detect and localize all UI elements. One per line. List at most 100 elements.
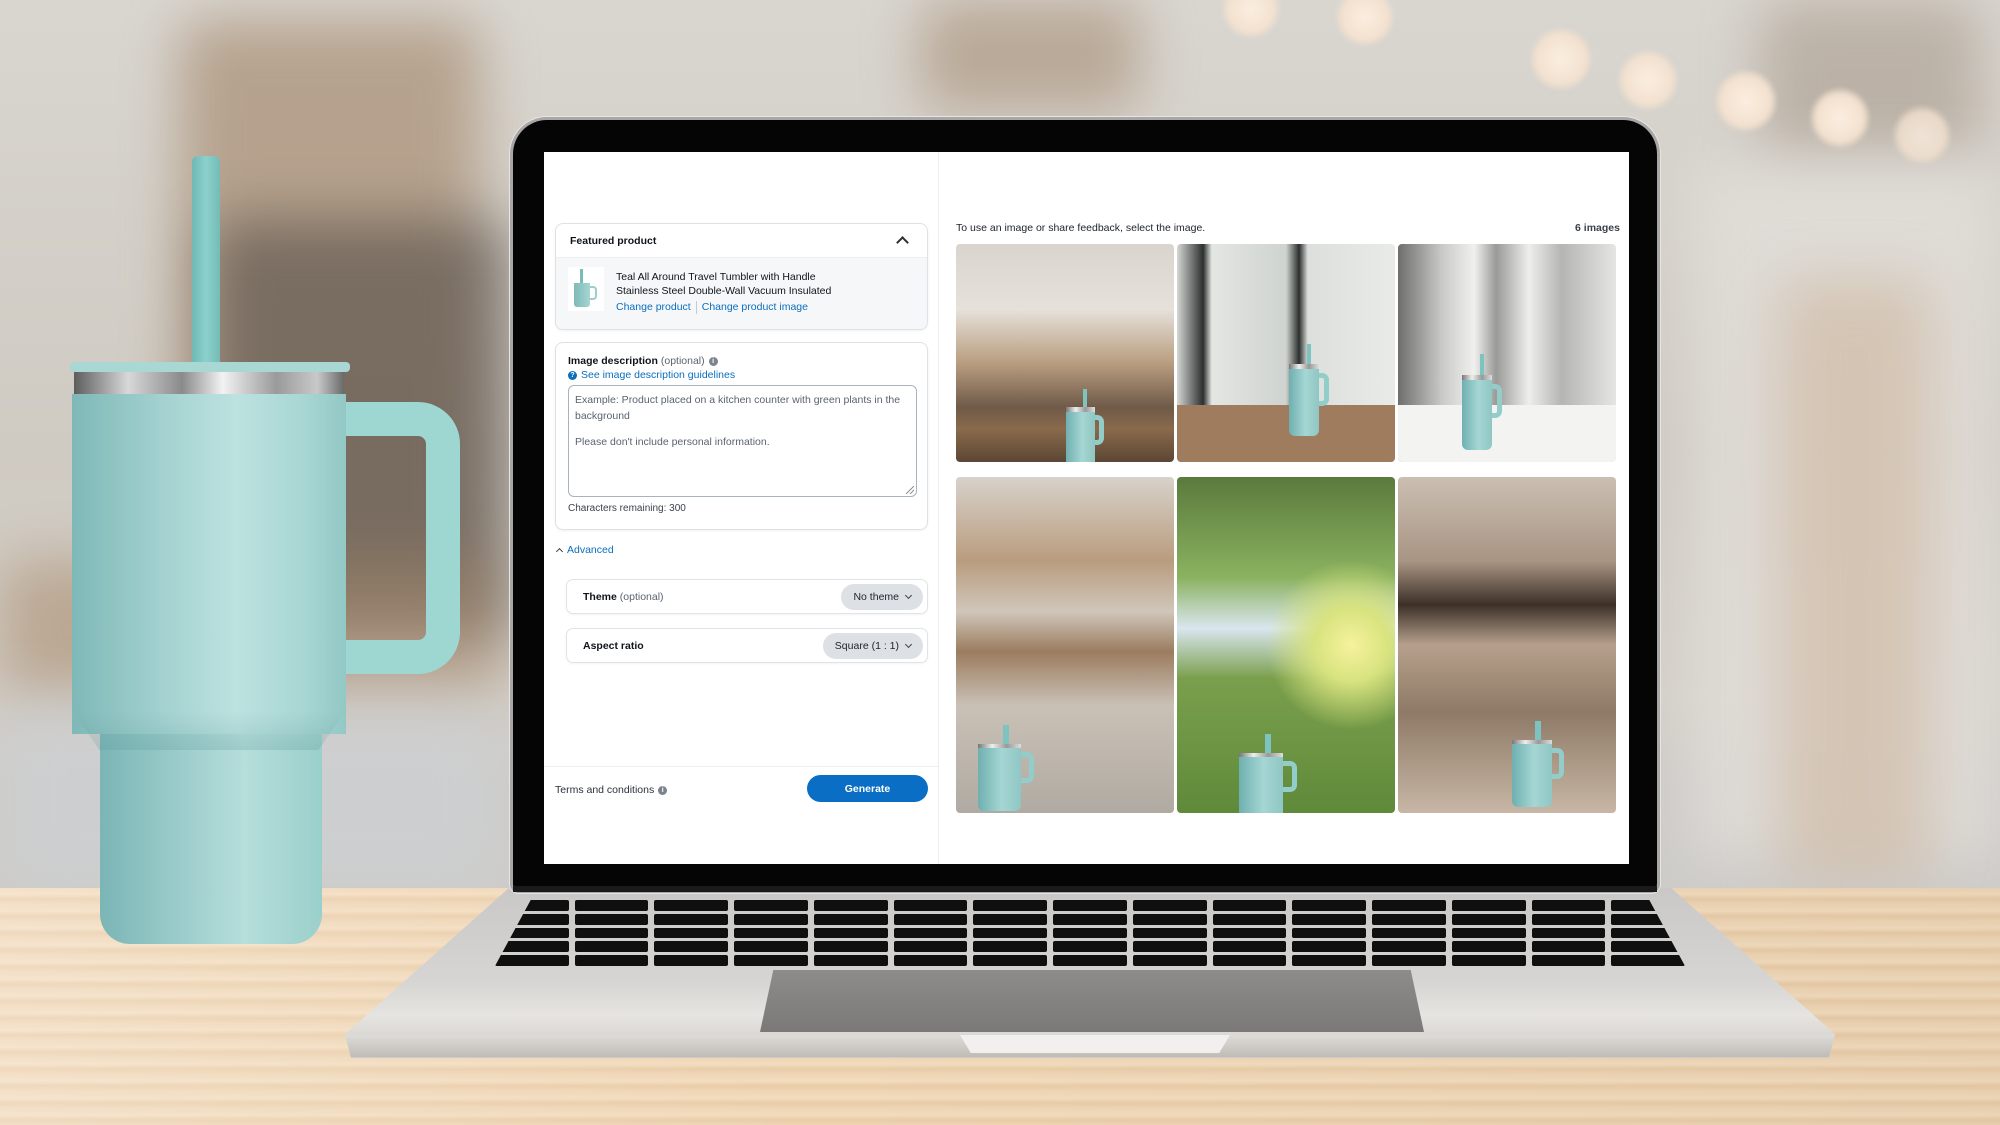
generated-image-2[interactable] [1177,244,1395,462]
optional-tag: (optional) [660,355,705,367]
aspect-ratio-dropdown[interactable]: Square (1 : 1) [822,632,923,659]
tumbler-steel-ring [74,372,344,394]
tumbler-in-image [1289,344,1329,436]
keyboard-key [654,927,729,939]
background-scene: Featured product Teal All Around Travel … [0,0,2000,1125]
keyboard-key [1372,900,1446,911]
keyboard-key [1372,913,1446,925]
keyboard-key [893,941,968,953]
keyboard-key [1372,927,1446,939]
featured-product-title: Featured product [570,234,657,247]
tumbler-handle [342,402,460,674]
bokeh-light [1222,0,1280,38]
keyboard-key [1451,955,1526,966]
keyboard-key [1053,927,1127,939]
keyboard-key [654,913,729,925]
resize-handle-icon[interactable] [906,486,914,494]
chevron-up-icon [555,547,564,556]
keyboard-key [1212,941,1287,953]
tumbler-step [72,710,346,750]
tumbler-in-image [978,725,1034,811]
generated-image-3[interactable] [1398,244,1616,462]
featured-product-card: Featured product Teal All Around Travel … [555,223,928,330]
tumbler-in-image [1066,389,1104,462]
aspect-ratio-label: Aspect ratio [583,639,644,652]
link-divider [695,300,697,314]
tumbler-in-image [1512,721,1564,807]
theme-label: Theme [583,590,617,603]
theme-option-row: Theme (optional) No theme [566,579,928,614]
keyboard-key [1531,913,1606,925]
image-description-card: Image description (optional) i ? See ima… [555,342,928,530]
info-icon[interactable]: i [658,785,668,795]
tumbler-in-image [1462,354,1502,450]
keyboard-key [813,900,888,911]
image-count: 6 images [1575,222,1620,234]
terms-and-conditions[interactable]: Terms and conditions i [555,784,668,796]
keyboard-key [734,927,808,939]
advanced-toggle[interactable]: Advanced [555,544,614,556]
bokeh-light [1893,106,1951,164]
keyboard-key [734,913,808,925]
keyboard-key [1611,955,1685,966]
advanced-label: Advanced [567,544,614,556]
keyboard-key [654,955,729,966]
info-icon[interactable]: i [708,356,718,366]
bokeh-light [1810,88,1870,148]
terms-label: Terms and conditions [555,784,655,796]
keyboard-key [1451,927,1526,939]
laptop-screen: Featured product Teal All Around Travel … [544,152,1629,864]
change-product-image-link[interactable]: Change product image [702,300,808,314]
generated-image-6[interactable] [1398,477,1616,813]
product-thumbnail [568,267,604,311]
keyboard-key [1132,927,1207,939]
laptop-keyboard [495,900,1685,966]
keyboard-key [1451,913,1526,925]
laptop-hinge [513,886,1657,892]
keyboard-key [893,900,968,911]
keyboard-key [734,955,808,966]
settings-panel: Featured product Teal All Around Travel … [544,152,939,864]
generate-button[interactable]: Generate [807,775,928,802]
chevron-up-icon[interactable] [896,236,909,249]
keyboard-key [1212,927,1287,939]
tumbler-in-image [1239,734,1297,813]
keyboard-key [973,927,1048,939]
keyboard-key [813,941,888,953]
table-surface [1398,405,1616,462]
selection-hint: To use an image or share feedback, selec… [956,222,1206,234]
generated-image-5[interactable] [1177,477,1395,813]
keyboard-key [1053,900,1127,911]
keyboard-key [1531,955,1606,966]
keyboard-key [973,955,1048,966]
bokeh-light [1530,28,1592,90]
laptop-opening-notch [960,1035,1230,1053]
image-description-input[interactable]: Example: Product placed on a kitchen cou… [568,385,917,497]
keyboard-key [654,900,729,911]
theme-dropdown[interactable]: No theme [841,583,923,610]
characters-remaining: Characters remaining: 300 [568,503,686,514]
keyboard-key [1132,900,1207,911]
keyboard-key [1531,927,1606,939]
change-product-link[interactable]: Change product [616,300,691,314]
keyboard-key [574,927,649,939]
product-summary: Teal All Around Travel Tumbler with Hand… [556,258,927,329]
featured-product-header[interactable]: Featured product [556,224,927,258]
tumbler-lid [70,362,350,372]
keyboard-key [1372,955,1446,966]
help-icon: ? [568,370,577,380]
bg-wood-panel [920,0,1140,110]
keyboard-key [813,913,888,925]
description-guidelines-link[interactable]: See image description guidelines [581,369,735,381]
bokeh-light [1618,50,1678,110]
keyboard-key [1132,941,1207,953]
generated-image-4[interactable] [956,477,1174,813]
tumbler-straw [192,156,220,372]
keyboard-key [1531,900,1606,911]
keyboard-key [813,927,888,939]
keyboard-key [1292,913,1367,925]
bokeh-light [1715,70,1777,132]
generated-image-1[interactable] [956,244,1174,462]
tumbler-base [100,734,322,944]
teal-tumbler-product [66,150,466,970]
